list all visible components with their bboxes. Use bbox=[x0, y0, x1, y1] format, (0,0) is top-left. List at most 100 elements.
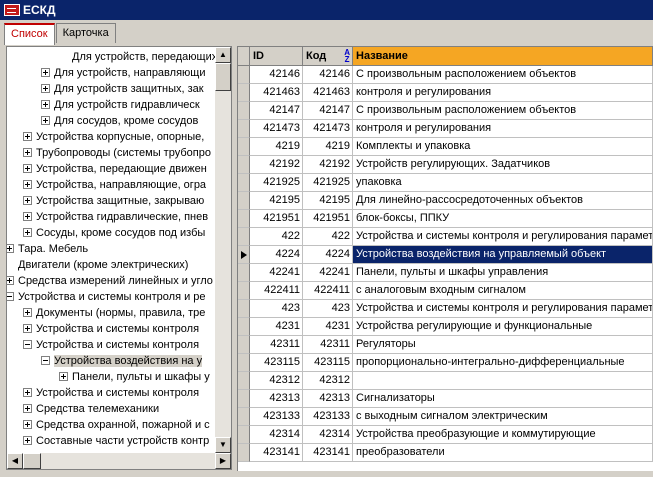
tree-node[interactable]: Средства телемеханики bbox=[23, 401, 159, 417]
tree-node[interactable]: Для сосудов, кроме сосудов bbox=[41, 113, 198, 129]
expand-icon[interactable] bbox=[41, 100, 50, 109]
table-row[interactable]: 422 422 Устройства и системы контроля и ре… bbox=[238, 228, 653, 246]
row-indicator[interactable] bbox=[238, 282, 250, 300]
tree-scroll-thumb[interactable] bbox=[215, 63, 231, 91]
table-row[interactable]: 42313 42313 Сигнализаторы bbox=[238, 390, 653, 408]
cell-name[interactable]: Устройства и системы контроля и регулиро… bbox=[353, 228, 653, 246]
cell-id[interactable]: 422411 bbox=[250, 282, 303, 300]
tree-node[interactable]: Устройства защитные, закрываю bbox=[23, 193, 204, 209]
table-row[interactable]: 42312 42312 bbox=[238, 372, 653, 390]
table-row[interactable]: 4224 4224 Устройства воздействия на управл… bbox=[238, 246, 653, 264]
expand-icon[interactable] bbox=[23, 436, 32, 445]
cell-kod[interactable]: 42241 bbox=[303, 264, 353, 282]
cell-kod[interactable]: 42313 bbox=[303, 390, 353, 408]
cell-name[interactable]: контроля и регулирования bbox=[353, 120, 653, 138]
tree-node[interactable]: Устройства воздействия на у bbox=[41, 353, 203, 369]
tree-node[interactable]: Устройства корпусные, опорные, bbox=[23, 129, 204, 145]
row-indicator[interactable] bbox=[238, 336, 250, 354]
tree-node[interactable]: Устройства и системы контроля bbox=[23, 337, 199, 353]
cell-name[interactable]: С произвольным расположением объектов bbox=[353, 102, 653, 120]
cell-kod[interactable]: 421473 bbox=[303, 120, 353, 138]
cell-name[interactable]: упаковка bbox=[353, 174, 653, 192]
cell-id[interactable]: 423141 bbox=[250, 444, 303, 462]
tree-node[interactable]: Для устройств гидравлическ bbox=[41, 97, 200, 113]
tree-node[interactable]: Трубопроводы (системы трубопро bbox=[23, 145, 211, 161]
row-indicator[interactable] bbox=[238, 264, 250, 282]
expand-icon[interactable] bbox=[23, 308, 32, 317]
cell-id[interactable]: 421925 bbox=[250, 174, 303, 192]
cell-id[interactable]: 423115 bbox=[250, 354, 303, 372]
cell-name[interactable]: Для линейно-рассосредоточенных объектов bbox=[353, 192, 653, 210]
tree-hscroll-thumb[interactable] bbox=[23, 453, 41, 469]
cell-id[interactable]: 42312 bbox=[250, 372, 303, 390]
expand-icon[interactable] bbox=[23, 180, 32, 189]
classifier-tree[interactable]: Для устройств, передающих д Для устройств… bbox=[6, 46, 232, 470]
tree-node[interactable]: Тара. Мебель bbox=[7, 241, 88, 257]
expand-icon[interactable] bbox=[41, 84, 50, 93]
cell-name[interactable]: Устройства воздействия на управляемый об… bbox=[353, 246, 653, 264]
collapse-icon[interactable] bbox=[41, 356, 50, 365]
cell-kod[interactable]: 422 bbox=[303, 228, 353, 246]
scroll-left-arrow-icon[interactable]: ◀ bbox=[7, 453, 23, 469]
table-row[interactable]: 423141 423141 преобразователи bbox=[238, 444, 653, 462]
row-indicator[interactable] bbox=[238, 120, 250, 138]
table-row[interactable]: 42146 42146 С произвольным расположением о… bbox=[238, 66, 653, 84]
row-indicator[interactable] bbox=[238, 318, 250, 336]
expand-icon[interactable] bbox=[41, 116, 50, 125]
tab-list[interactable]: Список bbox=[4, 23, 55, 45]
expand-icon[interactable] bbox=[23, 420, 32, 429]
cell-id[interactable]: 421463 bbox=[250, 84, 303, 102]
cell-kod[interactable]: 422411 bbox=[303, 282, 353, 300]
row-indicator[interactable] bbox=[238, 354, 250, 372]
expand-icon[interactable] bbox=[23, 132, 32, 141]
row-indicator[interactable] bbox=[238, 102, 250, 120]
row-indicator[interactable] bbox=[238, 84, 250, 102]
tree-node[interactable]: Для устройств, передающих д bbox=[59, 49, 227, 65]
cell-kod[interactable]: 42146 bbox=[303, 66, 353, 84]
row-indicator[interactable] bbox=[238, 210, 250, 228]
cell-id[interactable]: 42147 bbox=[250, 102, 303, 120]
cell-name[interactable]: Регуляторы bbox=[353, 336, 653, 354]
table-row[interactable]: 42195 42195 Для линейно-рассосредоточенных… bbox=[238, 192, 653, 210]
table-row[interactable]: 421925 421925 упаковка bbox=[238, 174, 653, 192]
table-row[interactable]: 421951 421951 блок-боксы, ППКУ bbox=[238, 210, 653, 228]
row-indicator[interactable] bbox=[238, 408, 250, 426]
row-indicator[interactable] bbox=[238, 426, 250, 444]
table-row[interactable]: 423115 423115 пропорционально-интегрально-… bbox=[238, 354, 653, 372]
expand-icon[interactable] bbox=[23, 324, 32, 333]
table-row[interactable]: 42314 42314 Устройства преобразующие и ком… bbox=[238, 426, 653, 444]
row-indicator[interactable] bbox=[238, 246, 250, 264]
column-header-id[interactable]: ID bbox=[250, 47, 303, 66]
cell-name[interactable] bbox=[353, 372, 653, 390]
cell-id[interactable]: 42192 bbox=[250, 156, 303, 174]
cell-name[interactable]: Устройств регулирующих. Задатчиков bbox=[353, 156, 653, 174]
cell-name[interactable]: блок-боксы, ППКУ bbox=[353, 210, 653, 228]
cell-kod[interactable]: 42195 bbox=[303, 192, 353, 210]
table-row[interactable]: 423133 423133 с выходным сигналом электрич… bbox=[238, 408, 653, 426]
cell-kod[interactable]: 423115 bbox=[303, 354, 353, 372]
collapse-icon[interactable] bbox=[23, 340, 32, 349]
cell-id[interactable]: 42146 bbox=[250, 66, 303, 84]
cell-kod[interactable]: 421463 bbox=[303, 84, 353, 102]
tree-node[interactable]: Устройства, направляющие, огра bbox=[23, 177, 206, 193]
expand-icon[interactable] bbox=[23, 148, 32, 157]
expand-icon[interactable] bbox=[23, 196, 32, 205]
cell-kod[interactable]: 42147 bbox=[303, 102, 353, 120]
cell-kod[interactable]: 4224 bbox=[303, 246, 353, 264]
tree-horizontal-scrollbar[interactable]: ◀ ▶ bbox=[7, 453, 231, 469]
cell-name[interactable]: Устройства преобразующие и коммутирующие bbox=[353, 426, 653, 444]
cell-id[interactable]: 42241 bbox=[250, 264, 303, 282]
tree-node[interactable]: Устройства и системы контроля и ре bbox=[7, 289, 206, 305]
table-row[interactable]: 4231 4231 Устройства регулирующие и функци… bbox=[238, 318, 653, 336]
table-row[interactable]: 42192 42192 Устройств регулирующих. Задатч… bbox=[238, 156, 653, 174]
cell-id[interactable]: 421951 bbox=[250, 210, 303, 228]
scroll-up-arrow-icon[interactable]: ▲ bbox=[215, 47, 231, 63]
row-indicator[interactable] bbox=[238, 444, 250, 462]
cell-name[interactable]: с аналоговым входным сигналом bbox=[353, 282, 653, 300]
cell-kod[interactable]: 42312 bbox=[303, 372, 353, 390]
column-header-name[interactable]: Название bbox=[353, 47, 653, 66]
tree-vertical-scrollbar[interactable]: ▲ ▼ bbox=[215, 47, 231, 453]
row-indicator[interactable] bbox=[238, 66, 250, 84]
row-indicator[interactable] bbox=[238, 372, 250, 390]
row-indicator[interactable] bbox=[238, 156, 250, 174]
